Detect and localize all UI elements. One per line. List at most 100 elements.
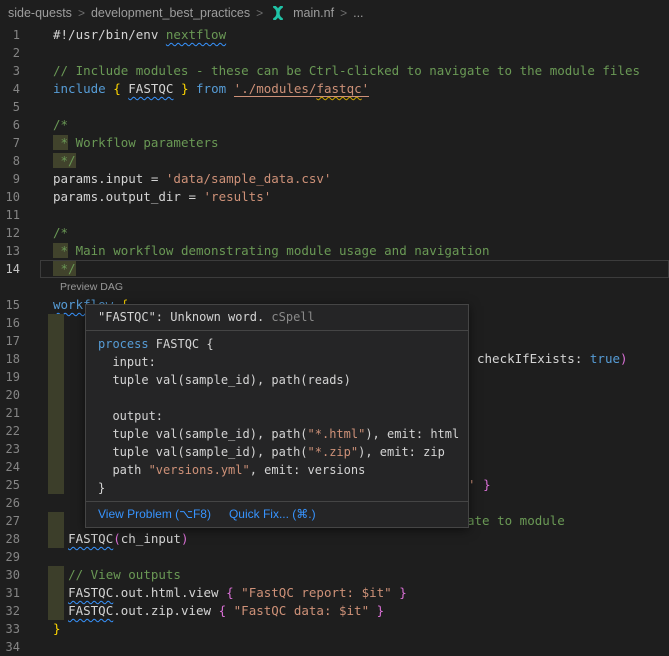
- code-token: "FASTQC": Unknown word.: [98, 310, 264, 324]
- code-line-content: */: [53, 152, 76, 170]
- nextflow-icon: [269, 6, 287, 20]
- module-path-link[interactable]: './modules/: [234, 81, 317, 97]
- code-token: , emit: versions: [250, 463, 366, 477]
- code-line-7[interactable]: 7 * Workflow parameters: [0, 134, 669, 152]
- indent-highlight: [48, 314, 64, 332]
- tooltip-code-line: tuple val(sample_id), path("*.html"), em…: [98, 425, 456, 443]
- code-token: {: [113, 81, 121, 96]
- code-line-31[interactable]: 31 FASTQC.out.html.view { "FastQC report…: [0, 584, 669, 602]
- indent-highlight: [48, 440, 64, 458]
- code-token: .out.zip.view: [113, 603, 218, 618]
- line-number: 4: [0, 80, 20, 98]
- quick-fix-link[interactable]: Quick Fix... (⌘.): [229, 507, 316, 521]
- indent-highlight: [48, 422, 64, 440]
- code-line-10[interactable]: 10params.output_dir = 'results': [0, 188, 669, 206]
- code-token: ): [620, 351, 628, 366]
- code-line-content: #!/usr/bin/env nextflow: [53, 26, 226, 44]
- code-line-content: // View outputs: [53, 566, 181, 584]
- module-path-link[interactable]: fastqc: [316, 81, 361, 97]
- code-line-14[interactable]: 14 */: [0, 260, 669, 278]
- line-number: 9: [0, 170, 20, 188]
- code-token: output:: [98, 409, 163, 423]
- code-token: 'data/sample_data.csv': [166, 171, 332, 186]
- code-line-3[interactable]: 3// Include modules - these can be Ctrl-…: [0, 62, 669, 80]
- indent-highlight: [48, 458, 64, 476]
- code-line-13[interactable]: 13 * Main workflow demonstrating module …: [0, 242, 669, 260]
- line-number: 28: [0, 530, 20, 548]
- line-number: 19: [0, 368, 20, 386]
- code-line-9[interactable]: 9 params.input = 'data/sample_data.csv': [0, 170, 669, 188]
- breadcrumb-separator: >: [256, 6, 263, 20]
- code-line-content: // Include modules - these can be Ctrl-c…: [53, 62, 640, 80]
- view-problem-link[interactable]: View Problem (⌥F8): [98, 507, 211, 521]
- code-token: "*.zip": [308, 445, 359, 459]
- line-number: 26: [0, 494, 20, 512]
- code-line-33[interactable]: 33}: [0, 620, 669, 638]
- code-token: [53, 603, 68, 618]
- indent-highlight: [48, 404, 64, 422]
- codelens-preview-dag[interactable]: Preview DAG: [0, 278, 669, 296]
- code-token: {: [226, 585, 234, 600]
- code-token: params.input =: [53, 171, 166, 186]
- tooltip-code-line: tuple val(sample_id), path("*.zip"), emi…: [98, 443, 456, 461]
- code-token: [226, 603, 234, 618]
- line-number: 1: [0, 26, 20, 44]
- code-line-32[interactable]: 32 FASTQC.out.zip.view { "FastQC data: $…: [0, 602, 669, 620]
- code-line-content: /*: [53, 116, 68, 134]
- code-token: /*: [53, 225, 68, 240]
- indent-highlight: [48, 350, 64, 368]
- code-token: }: [399, 585, 407, 600]
- code-line-content: */: [53, 260, 76, 278]
- breadcrumb-item-development-best-practices[interactable]: development_best_practices: [91, 6, 250, 20]
- code-token: [173, 81, 181, 96]
- module-path-link[interactable]: ': [362, 81, 370, 97]
- code-token: FASTQC: [128, 81, 173, 96]
- breadcrumb-item-main-nf[interactable]: main.nf: [293, 6, 334, 20]
- code-line-11[interactable]: 11: [0, 206, 669, 224]
- code-line-12[interactable]: 12/*: [0, 224, 669, 242]
- code-line-28[interactable]: 28 FASTQC(ch_input): [0, 530, 669, 548]
- code-line-content: }: [53, 620, 61, 638]
- code-token: input:: [98, 355, 156, 369]
- code-line-5[interactable]: 5: [0, 98, 669, 116]
- indent-highlight: [48, 512, 64, 530]
- code-line-2[interactable]: 2: [0, 44, 669, 62]
- code-token: [53, 567, 68, 582]
- code-token: ): [181, 531, 189, 546]
- line-number: 16: [0, 314, 20, 332]
- code-token: FASTQC: [68, 585, 113, 600]
- code-line-8[interactable]: 8 */: [0, 152, 669, 170]
- tooltip-code-line: [98, 389, 456, 407]
- code-token: "FastQC data: $it": [234, 603, 369, 618]
- code-fragment: checkIfExists: true): [477, 350, 628, 368]
- code-token: [53, 585, 68, 600]
- code-token: *: [53, 243, 68, 258]
- line-number: 30: [0, 566, 20, 584]
- tooltip-code-line: process FASTQC {: [98, 335, 456, 353]
- breadcrumb-item--[interactable]: ...: [353, 6, 363, 20]
- code-line-6[interactable]: 6/*: [0, 116, 669, 134]
- code-token: ), emit: html: [365, 427, 459, 441]
- code-line-29[interactable]: 29: [0, 548, 669, 566]
- code-token: [369, 603, 377, 618]
- line-number: 29: [0, 548, 20, 566]
- line-number: 2: [0, 44, 20, 62]
- code-token: [189, 81, 197, 96]
- code-line-30[interactable]: 30 // View outputs: [0, 566, 669, 584]
- code-token: ), emit: zip: [358, 445, 445, 459]
- line-number: 33: [0, 620, 20, 638]
- code-token: */: [53, 153, 76, 168]
- code-token: }: [377, 603, 385, 618]
- code-token: // View outputs: [68, 567, 181, 582]
- code-token: "FastQC report: $it": [241, 585, 392, 600]
- breadcrumb-item-side-quests[interactable]: side-quests: [8, 6, 72, 20]
- code-token: path: [98, 463, 149, 477]
- code-line-4[interactable]: 4include { FASTQC } from './modules/fast…: [0, 80, 669, 98]
- code-token: *: [53, 135, 68, 150]
- line-number: 10: [0, 188, 20, 206]
- line-number: 21: [0, 404, 20, 422]
- tooltip-actions: View Problem (⌥F8) Quick Fix... (⌘.): [86, 501, 468, 527]
- code-line-1[interactable]: 1 #!/usr/bin/env nextflow: [0, 26, 669, 44]
- line-number: 11: [0, 206, 20, 224]
- breadcrumb-separator: >: [340, 6, 347, 20]
